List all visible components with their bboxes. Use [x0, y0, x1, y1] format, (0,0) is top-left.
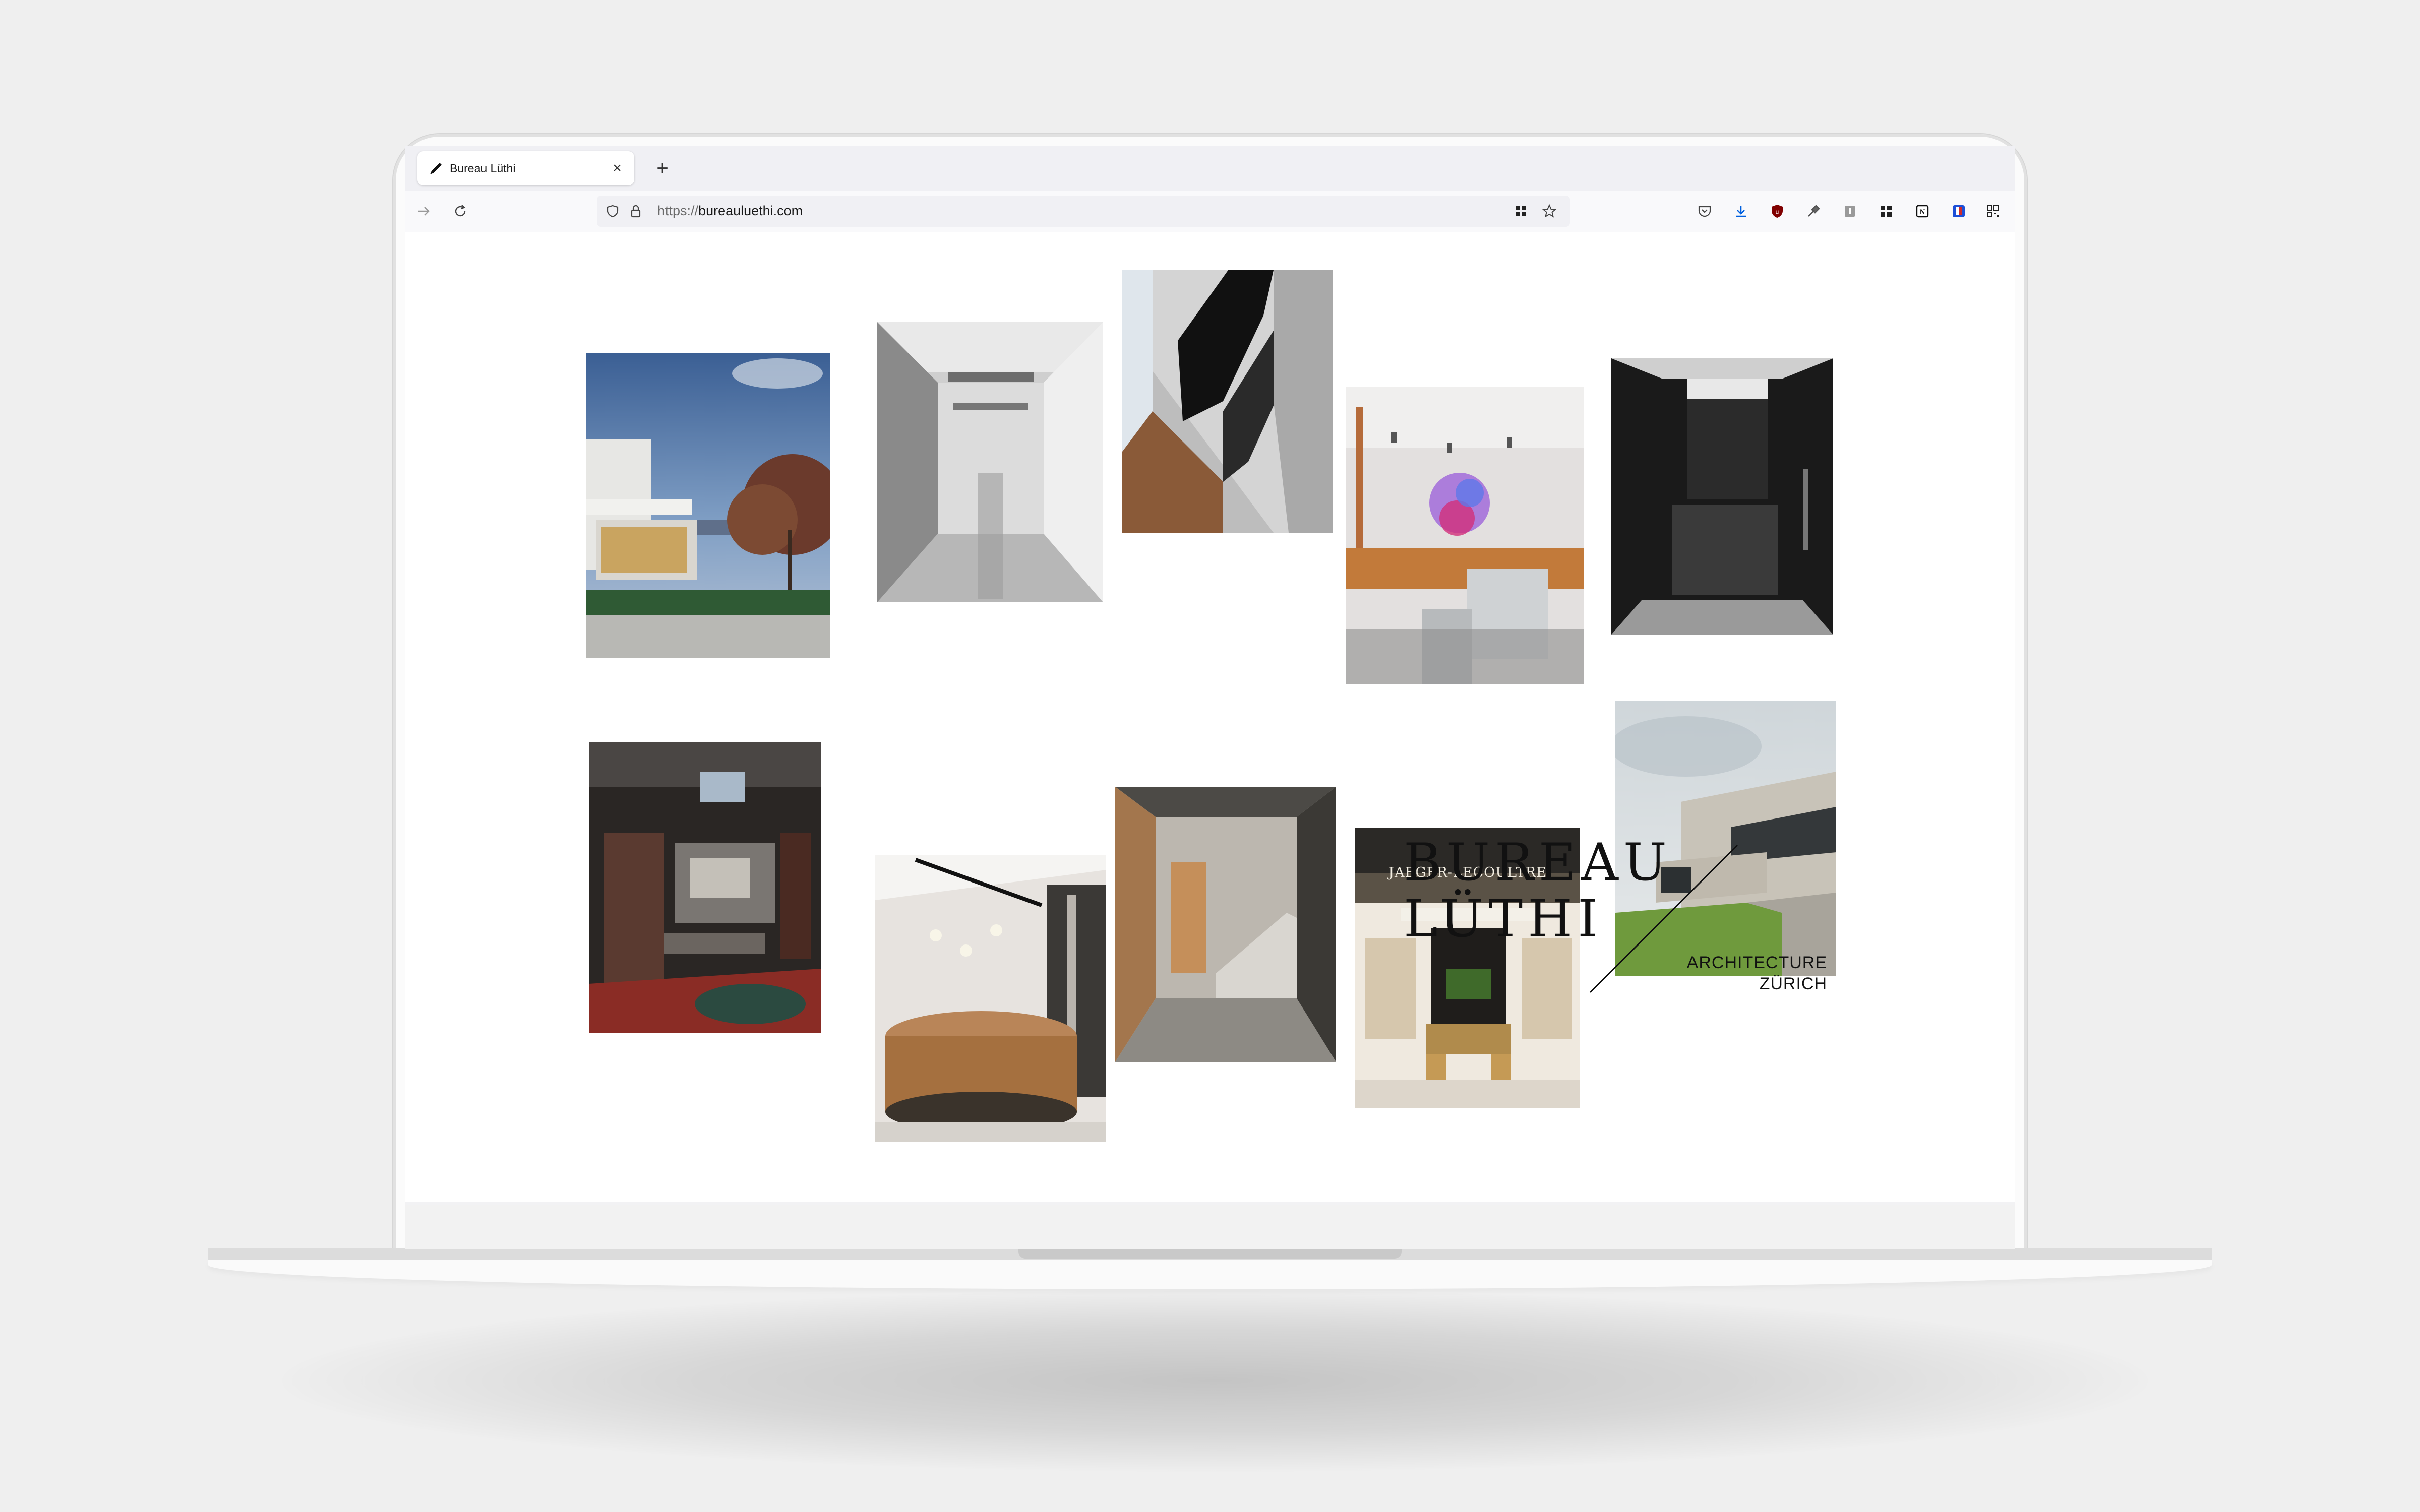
- url-text[interactable]: https://bureauluethi.com: [657, 203, 803, 219]
- reload-icon[interactable]: [449, 200, 472, 223]
- eyedropper-icon[interactable]: [1804, 202, 1823, 221]
- project-photo-jewelry-store[interactable]: [1346, 387, 1584, 684]
- screen-bezel-bottom: [405, 1205, 2015, 1249]
- laptop-shadow: [282, 1290, 2148, 1472]
- project-photo-library[interactable]: [589, 742, 821, 1033]
- project-photo-entrance-hall[interactable]: [1115, 787, 1336, 1062]
- pen-icon: [428, 160, 445, 177]
- project-photo-dark-bathroom[interactable]: [1611, 358, 1833, 635]
- notion-icon[interactable]: N: [1913, 202, 1932, 221]
- close-icon[interactable]: ×: [607, 158, 627, 178]
- project-photo-staircase[interactable]: [1122, 270, 1333, 533]
- laptop-notch: [1018, 1248, 1402, 1259]
- forward-arrow-icon[interactable]: [412, 200, 436, 223]
- lock-icon[interactable]: [627, 203, 644, 220]
- pocket-icon[interactable]: [1695, 202, 1714, 221]
- tab-bar: Bureau Lüthi × +: [405, 146, 2015, 191]
- tagline: ARCHITECTURE ZÜRICH: [1646, 952, 1827, 994]
- web-page: JAEGER-LECOULTRE BUREAU LÜTHI ARCHITECTU…: [405, 232, 2015, 1202]
- grid-icon[interactable]: [1512, 203, 1530, 220]
- tab-bureau-luthi[interactable]: Bureau Lüthi ×: [417, 151, 634, 185]
- browser-window: Bureau Lüthi × + https://bureauluethi.co…: [405, 146, 2015, 1205]
- plus-icon[interactable]: +: [649, 155, 676, 181]
- project-photo-reception-desk[interactable]: [875, 855, 1106, 1142]
- qr-icon[interactable]: [1983, 202, 2003, 221]
- star-icon[interactable]: [1541, 203, 1558, 220]
- address-bar[interactable]: https://bureauluethi.com: [597, 196, 1570, 227]
- nav-toolbar: https://bureauluethi.com u N: [405, 191, 2015, 232]
- bitwarden-icon[interactable]: [1949, 202, 1968, 221]
- apps-icon[interactable]: [1877, 202, 1896, 221]
- ublock-icon[interactable]: u: [1768, 202, 1787, 221]
- svg-text:N: N: [1920, 208, 1925, 216]
- laptop-base: [208, 1260, 2212, 1289]
- svg-text:u: u: [1776, 208, 1779, 215]
- shield-icon[interactable]: [604, 203, 621, 220]
- tab-title: Bureau Lüthi: [450, 161, 516, 175]
- project-photo-house-dusk[interactable]: [586, 353, 843, 658]
- tagline-city: ZÜRICH: [1759, 974, 1827, 993]
- download-icon[interactable]: [1731, 202, 1750, 221]
- project-photo-corridor[interactable]: [877, 322, 1103, 602]
- extension-icon[interactable]: [1840, 202, 1859, 221]
- tagline-architecture: ARCHITECTURE: [1686, 953, 1827, 972]
